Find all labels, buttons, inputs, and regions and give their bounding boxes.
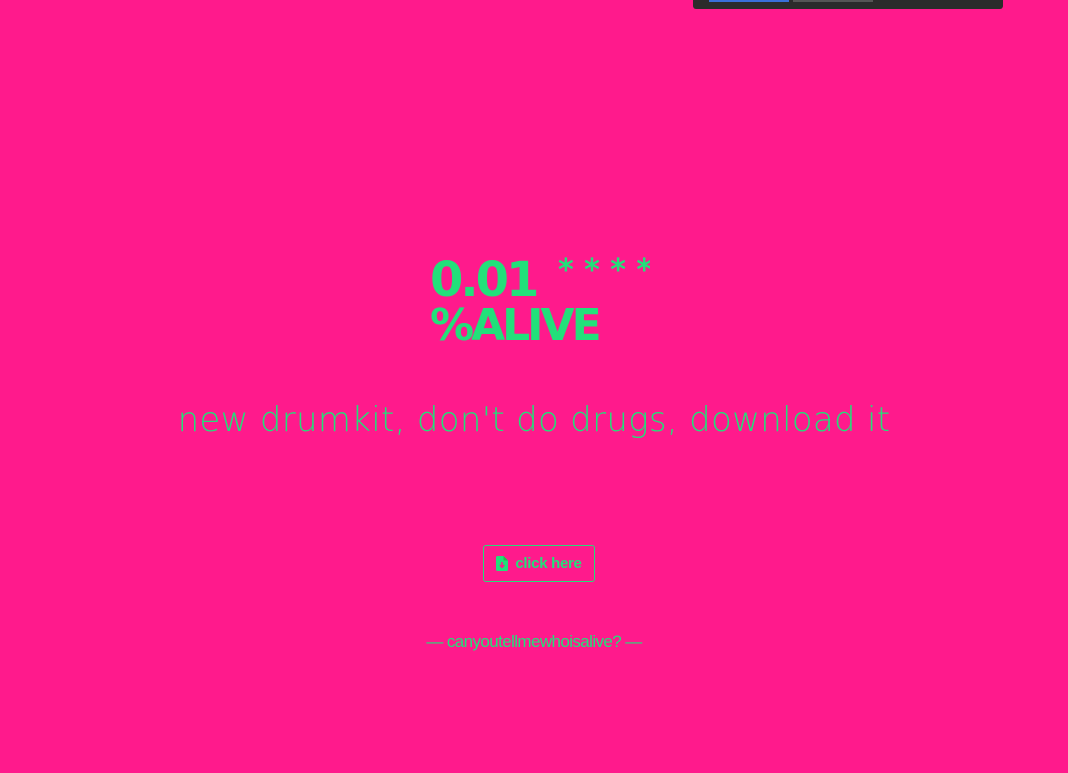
file-download-icon [496,556,509,571]
footer-quote: — canyoutellmewhoisalive? — [426,632,642,651]
tagline: new drumkit, don't do drugs, download it [177,400,891,440]
logo-stars: * * * * [558,253,650,288]
top-bar-segment [709,0,789,2]
top-overlay-bar [693,0,1003,9]
logo-line2: %ALIVE [430,300,599,344]
logo-wordmark: 0.01 * * * * %ALIVE [430,252,650,344]
logo: 0.01 * * * * %ALIVE [430,252,650,344]
download-button-label: click here [515,555,582,572]
top-bar-segment [793,0,873,2]
download-button[interactable]: click here [483,545,595,582]
